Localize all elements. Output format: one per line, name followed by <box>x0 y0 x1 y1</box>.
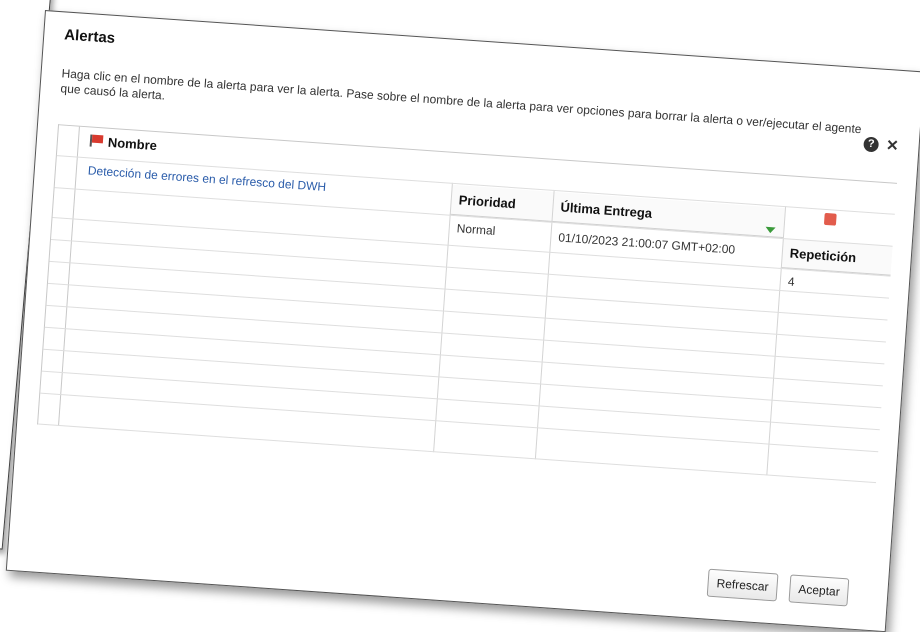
alerts-table: Nombre Prioridad Última Entrega Repetici… <box>37 124 898 484</box>
flag-icon <box>90 134 104 147</box>
alert-priority: Normal <box>456 221 496 238</box>
rss-feed-icon[interactable] <box>823 212 837 226</box>
alerts-dialog: Alertas Haga clic en el nombre de la ale… <box>5 10 920 632</box>
sort-descending-icon[interactable] <box>765 226 776 234</box>
row-divider <box>40 392 879 453</box>
accept-button[interactable]: Aceptar <box>788 574 850 607</box>
row-selector-column <box>38 125 80 426</box>
close-icon[interactable]: ✕ <box>885 136 899 155</box>
refresh-button[interactable]: Refrescar <box>706 568 779 602</box>
column-divider <box>766 206 787 476</box>
column-header-ultima-entrega-label: Última Entrega <box>559 199 653 221</box>
alert-repetition: 4 <box>787 274 796 289</box>
column-header-nombre-label: Nombre <box>107 134 158 154</box>
row-divider <box>38 423 877 484</box>
alert-name-link[interactable]: Detección de errores en el refresco del … <box>79 163 326 194</box>
column-header-nombre[interactable]: Nombre <box>89 133 157 153</box>
dialog-title: Alertas <box>63 26 116 47</box>
